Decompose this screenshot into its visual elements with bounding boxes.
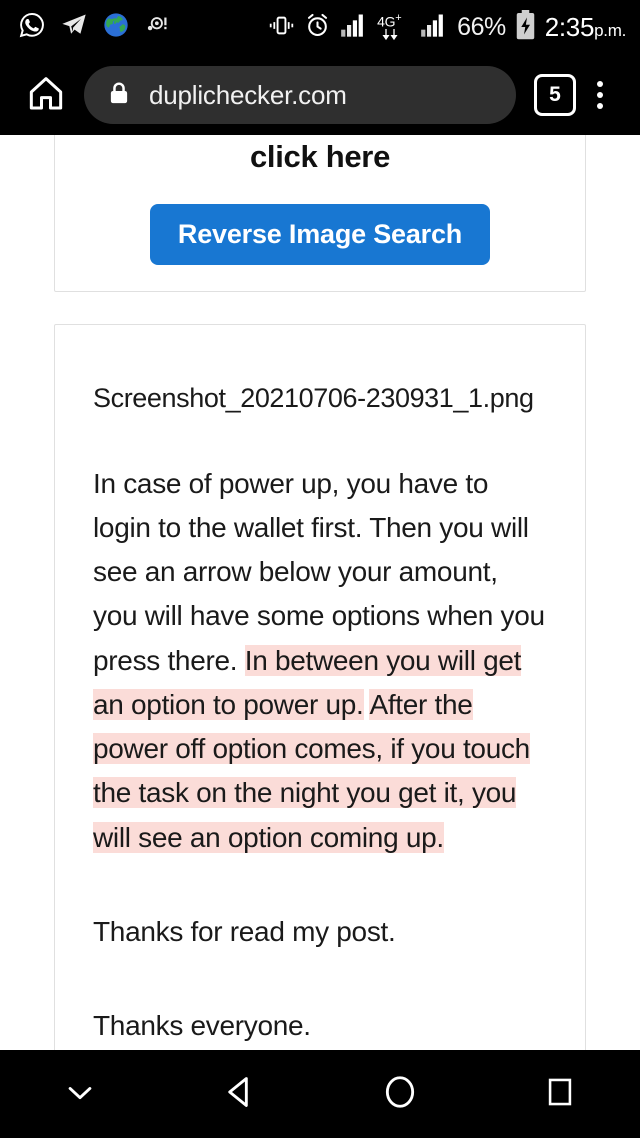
back-icon <box>221 1073 259 1116</box>
status-bar-notification-icons <box>18 11 172 44</box>
signal-bars-icon <box>340 12 368 43</box>
clock-ampm: p.m. <box>594 21 626 40</box>
recents-button[interactable] <box>480 1075 640 1114</box>
document-paragraph: Thanks for read my post. <box>93 910 547 954</box>
battery-percent-label: 66% <box>457 13 506 41</box>
android-navigation-bar <box>0 1050 640 1138</box>
home-circle-icon <box>381 1073 419 1116</box>
document-filename: Screenshot_20210706-230931_1.png <box>93 382 534 413</box>
alarm-icon <box>304 12 331 44</box>
lock-icon <box>106 80 132 111</box>
recents-icon <box>543 1075 577 1114</box>
plain-text: Thanks everyone. <box>93 1010 311 1042</box>
tab-count-label: 5 <box>549 83 561 106</box>
menu-dot-1 <box>597 81 603 87</box>
promo-button-row: Reverse Image Search <box>77 203 563 265</box>
telegram-icon <box>60 11 88 44</box>
tab-switcher-button[interactable]: 5 <box>534 74 576 116</box>
url-text: duplichecker.com <box>149 79 347 110</box>
network-type-icon: 4G+ <box>377 11 411 41</box>
status-bar-system-icons: 4G+ 66% 2:35p.m. <box>268 10 626 45</box>
document-paragraph: Thanks everyone. <box>93 1004 547 1048</box>
webpage-content[interactable]: To check plagiarism in photos click here… <box>0 135 640 1050</box>
plain-text: Thanks for read my post. <box>93 915 396 947</box>
clock-time: 2:35 <box>544 12 595 42</box>
network-type-label: 4G <box>377 13 396 30</box>
reverse-image-search-card: To check plagiarism in photos click here… <box>54 135 586 292</box>
reverse-image-search-button[interactable]: Reverse Image Search <box>149 203 491 265</box>
network-type-plus: + <box>395 11 402 24</box>
back-button[interactable] <box>160 1073 320 1116</box>
promo-heading: To check plagiarism in photos click here <box>249 138 391 174</box>
home-icon <box>26 73 66 118</box>
status-bar: 4G+ 66% 2:35p.m. <box>0 0 640 55</box>
home-button-nav[interactable] <box>320 1073 480 1116</box>
hide-keyboard-button[interactable] <box>0 1075 160 1114</box>
menu-dot-2 <box>597 92 603 98</box>
document-body-text: In case of power up, you have to login t… <box>93 462 547 1049</box>
whatsapp-icon <box>18 11 46 44</box>
vibrate-icon <box>268 12 295 44</box>
document-result-card: Screenshot_20210706-230931_1.png In case… <box>54 323 586 1050</box>
document-paragraph: In case of power up, you have to login t… <box>93 462 547 860</box>
address-bar[interactable]: duplichecker.com <box>84 66 516 124</box>
browser-toolbar: duplichecker.com 5 <box>0 55 640 135</box>
menu-dot-3 <box>597 103 603 109</box>
hide-keyboard-icon <box>63 1075 97 1114</box>
home-button[interactable] <box>16 73 76 118</box>
phone-screen: 4G+ 66% 2:35p.m. duplichecker.com 5 clic… <box>0 0 640 1138</box>
overflow-menu-icon[interactable] <box>576 81 624 109</box>
battery-charging-icon <box>515 10 536 45</box>
globe-icon <box>102 11 130 44</box>
notification-alert-icon <box>144 11 172 44</box>
status-bar-clock: 2:35p.m. <box>544 12 627 43</box>
signal-bars-2-icon <box>420 12 448 43</box>
